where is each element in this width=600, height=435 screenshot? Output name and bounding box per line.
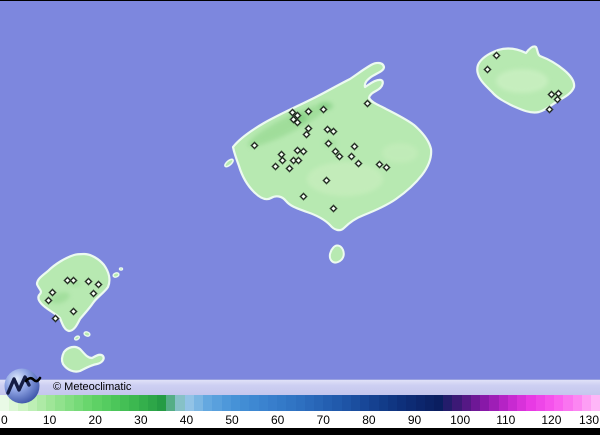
scale-color-block [425,395,434,411]
scale-color-block [55,395,64,411]
scale-tick-label: 60 [271,413,284,427]
scale-color-block [351,395,360,411]
scale-tick-label: 100 [450,413,470,427]
scale-color-block [305,395,314,411]
island-ibiza [37,254,109,331]
scale-tick-labels: 0 10 20 30 40 50 60 70 80 90 100 110 120 130 [0,411,600,428]
scale-color-block [203,395,212,411]
map-area[interactable] [0,0,600,379]
scale-color-block [369,395,378,411]
island-cabrera [330,246,344,263]
scale-color-block [545,395,554,411]
scale-tick-label: 70 [317,413,330,427]
scale-color-block [277,395,286,411]
scale-color-block [323,395,332,411]
scale-color-block [508,395,517,411]
scale-tick-label: 0 [1,413,8,427]
scale-color-block [434,395,443,411]
scale-color-block [231,395,240,411]
scale-color-block [360,395,369,411]
scale-tick-label: 120 [541,413,561,427]
scale-color-block [388,395,397,411]
scale-tick-label: 10 [43,413,56,427]
scale-color-block [452,395,461,411]
scale-color-block [268,395,277,411]
wind-gust-color-scale [0,395,600,411]
scale-color-block [83,395,92,411]
scale-color-block [536,395,545,411]
scale-tick-label: 130 [579,413,599,427]
scale-color-block [443,395,452,411]
scale-color-block [46,395,55,411]
scale-color-block [406,395,415,411]
status-bar: © Meteoclimatic DGST (km/h)14-10-2022 @ … [0,379,600,395]
globe-m-icon [1,366,43,408]
scale-color-block [259,395,268,411]
scale-color-block [194,395,203,411]
scale-color-block [175,395,184,411]
scale-color-block [563,395,572,411]
meteoclimatic-logo[interactable] [1,366,43,408]
scale-color-block [240,395,249,411]
scale-color-block [489,395,498,411]
copyright-label: © Meteoclimatic [53,380,131,395]
scale-color-block [471,395,480,411]
scale-color-block [480,395,489,411]
scale-color-block [416,395,425,411]
scale-color-block [157,395,166,411]
scale-color-block [111,395,120,411]
scale-color-block [166,395,175,411]
scale-color-block [249,395,258,411]
scale-color-block [139,395,148,411]
islets [74,158,234,341]
scale-tick-label: 30 [134,413,147,427]
scale-color-block [296,395,305,411]
scale-color-block [120,395,129,411]
scale-tick-label: 50 [225,413,238,427]
scale-color-block [499,395,508,411]
scale-color-block [148,395,157,411]
scale-color-block [102,395,111,411]
scale-color-block [92,395,101,411]
island-menorca [477,46,574,112]
scale-tick-label: 40 [180,413,193,427]
scale-color-block [591,395,600,411]
scale-color-block [342,395,351,411]
scale-color-block [573,395,582,411]
scale-color-block [129,395,138,411]
scale-tick-label: 20 [89,413,102,427]
scale-color-block [517,395,526,411]
weather-map-frame: © Meteoclimatic DGST (km/h)14-10-2022 @ … [0,0,600,435]
scale-tick-label: 90 [408,413,421,427]
scale-color-block [582,395,591,411]
scale-tick-label: 80 [362,413,375,427]
scale-color-block [286,395,295,411]
scale-color-block [212,395,221,411]
scale-color-block [462,395,471,411]
scale-color-block [397,395,406,411]
scale-color-block [222,395,231,411]
scale-color-block [65,395,74,411]
scale-color-block [554,395,563,411]
island-formentera [62,347,104,372]
scale-tick-label: 110 [496,413,515,427]
scale-color-block [379,395,388,411]
scale-color-block [314,395,323,411]
scale-color-block [526,395,535,411]
scale-color-block [332,395,341,411]
scale-color-block [74,395,83,411]
scale-color-block [185,395,194,411]
islands-svg [0,1,600,380]
bottom-border [0,428,600,435]
